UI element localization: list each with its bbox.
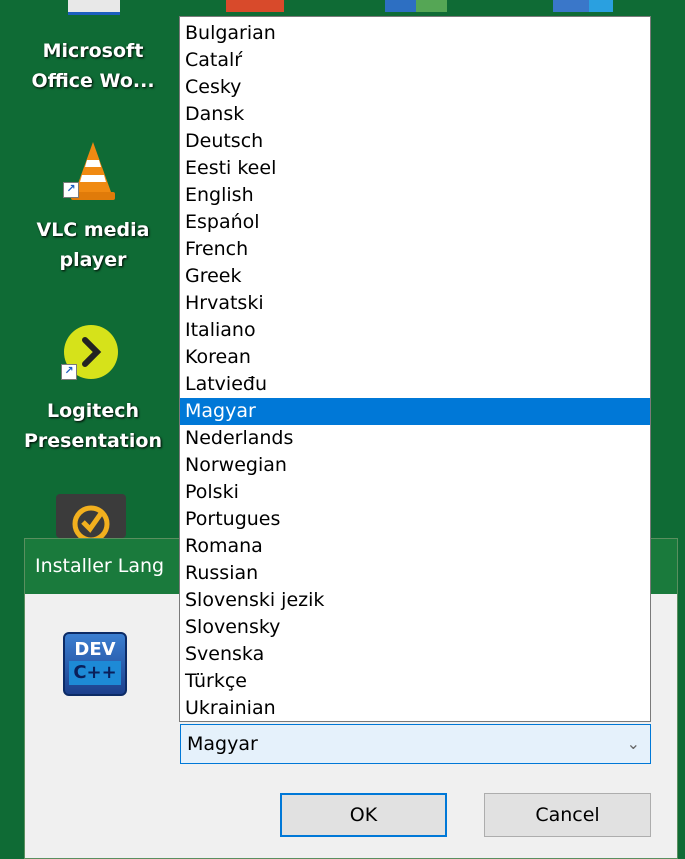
partial-icon-top-3[interactable]: [385, 0, 447, 12]
desktop-icon-label: Logitech: [46, 400, 140, 422]
language-dropdown-list[interactable]: Bulgarian Catalŕ Cesky Dansk Deutsch Ees…: [179, 16, 651, 722]
dropdown-option-magyar[interactable]: Magyar: [180, 398, 650, 425]
dropdown-option-cesky[interactable]: Cesky: [180, 74, 650, 101]
ok-button[interactable]: OK: [280, 793, 447, 837]
dropdown-option-romana[interactable]: Romana: [180, 533, 650, 560]
desktop-icon-label: VLC media: [36, 219, 150, 241]
partial-icon-top-4[interactable]: [553, 0, 613, 12]
desktop-icon-office-word[interactable]: Microsoft Office Wo...: [8, 36, 178, 96]
dropdown-option-slovensky[interactable]: Slovensky: [180, 614, 650, 641]
dropdown-option-bulgarian[interactable]: Bulgarian: [180, 20, 650, 47]
dropdown-option-polski[interactable]: Polski: [180, 479, 650, 506]
dev-cpp-logo: DEV C++: [63, 632, 127, 696]
dropdown-option-russian[interactable]: Russian: [180, 560, 650, 587]
dropdown-option-latviesu[interactable]: Latvieđu: [180, 371, 650, 398]
shortcut-arrow-icon: ↗: [61, 364, 77, 380]
dropdown-option-eesti-keel[interactable]: Eesti keel: [180, 155, 650, 182]
logo-text-bottom: C++: [69, 661, 121, 685]
dropdown-option-dansk[interactable]: Dansk: [180, 101, 650, 128]
partial-icon-top-1[interactable]: [68, 0, 120, 15]
language-select-value: Magyar: [187, 733, 258, 755]
desktop-icon-vlc[interactable]: ↗ VLC media player: [8, 140, 178, 290]
dropdown-option-french[interactable]: French: [180, 236, 650, 263]
partial-icon-top-2[interactable]: [226, 0, 284, 12]
dropdown-option-nederlands[interactable]: Nederlands: [180, 425, 650, 452]
dropdown-option-svenska[interactable]: Svenska: [180, 641, 650, 668]
dropdown-option-italiano[interactable]: Italiano: [180, 317, 650, 344]
dropdown-option-korean[interactable]: Korean: [180, 344, 650, 371]
dropdown-option-norwegian[interactable]: Norwegian: [180, 452, 650, 479]
shortcut-arrow-icon: ↗: [63, 182, 79, 198]
desktop-icon-label: player: [59, 249, 127, 271]
dropdown-option-greek[interactable]: Greek: [180, 263, 650, 290]
dropdown-option-slovenski-jezik[interactable]: Slovenski jezik: [180, 587, 650, 614]
dropdown-option-hrvatski[interactable]: Hrvatski: [180, 290, 650, 317]
chevron-down-icon[interactable]: ⌄: [627, 725, 640, 763]
logo-text-top: DEV: [74, 639, 116, 660]
dropdown-option-catalan[interactable]: Catalŕ: [180, 47, 650, 74]
desktop-icon-label: Microsoft: [42, 40, 144, 62]
dropdown-option-ukrainian[interactable]: Ukrainian: [180, 695, 650, 722]
cancel-button[interactable]: Cancel: [484, 793, 651, 837]
language-select[interactable]: Magyar ⌄: [180, 724, 651, 764]
dropdown-option-deutsch[interactable]: Deutsch: [180, 128, 650, 155]
desktop-icon-label: Presentation: [24, 430, 162, 452]
desktop-icon-logitech-presentation[interactable]: ↗ Logitech Presentation: [8, 324, 178, 464]
dropdown-option-turkce[interactable]: Türkçe: [180, 668, 650, 695]
desktop-icon-label: Office Wo...: [31, 70, 155, 92]
partial-desktop-icon[interactable]: [56, 494, 126, 538]
dropdown-option-english[interactable]: English: [180, 182, 650, 209]
dropdown-option-espanol[interactable]: Espańol: [180, 209, 650, 236]
dropdown-option-portugues[interactable]: Portugues: [180, 506, 650, 533]
